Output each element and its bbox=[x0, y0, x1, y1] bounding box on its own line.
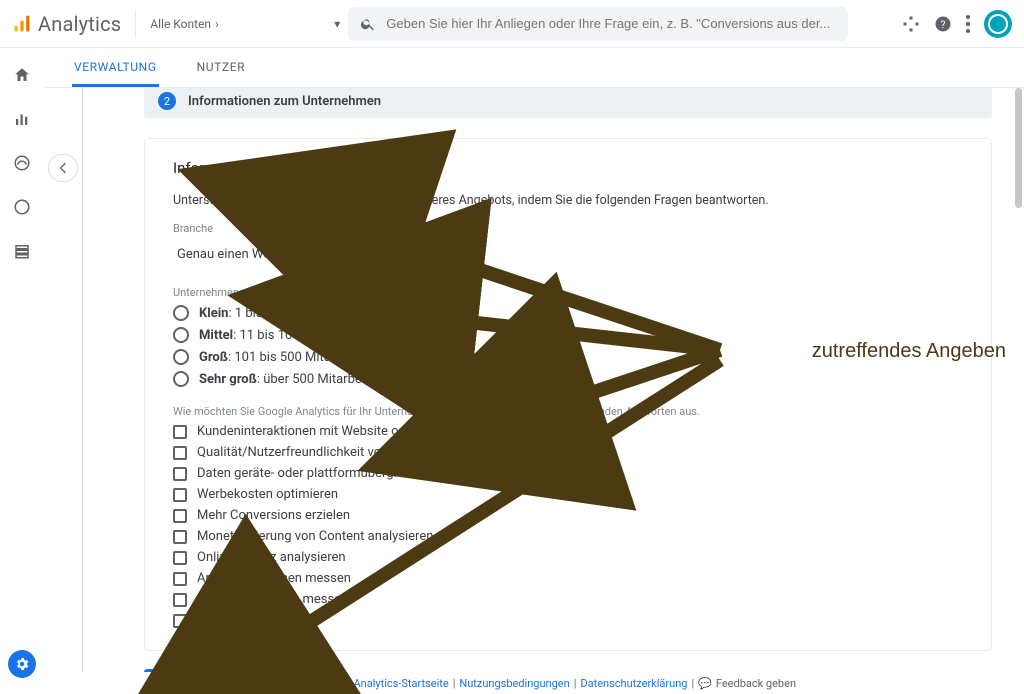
footer-feedback[interactable]: Feedback geben bbox=[716, 677, 796, 690]
usage-option-label: App-Installationen messen bbox=[197, 571, 351, 586]
account-picker[interactable]: Alle Konten › ▾ bbox=[150, 17, 340, 31]
usage-options: Kundeninteraktionen mit Website oder App… bbox=[173, 424, 963, 628]
usage-option-0[interactable]: Kundeninteraktionen mit Website oder App… bbox=[173, 424, 963, 439]
checkbox-icon bbox=[173, 530, 187, 544]
usage-option-4[interactable]: Mehr Conversions erzielen bbox=[173, 508, 963, 523]
usage-option-label: Kundeninteraktionen mit Website oder App… bbox=[197, 424, 513, 439]
size-option-3[interactable]: Sehr groß: über 500 Mitarbeiter bbox=[173, 371, 963, 387]
analytics-logo-icon bbox=[12, 14, 32, 34]
avatar[interactable] bbox=[984, 10, 1012, 38]
search-field[interactable] bbox=[348, 7, 848, 41]
content-column: 2 Informationen zum Unternehmen Informat… bbox=[44, 88, 1024, 694]
account-picker-label: Alle Konten bbox=[150, 17, 211, 31]
checkbox-icon bbox=[173, 614, 187, 628]
svg-text:?: ? bbox=[941, 17, 946, 30]
reports-icon[interactable] bbox=[13, 110, 31, 128]
usage-option-label: Qualität/Nutzerfreundlichkeit von Websit… bbox=[197, 445, 559, 460]
footer-link-terms[interactable]: Nutzungsbedingungen bbox=[459, 677, 569, 690]
checkbox-icon bbox=[173, 593, 187, 607]
usage-option-6[interactable]: Onlineumsatz analysieren bbox=[173, 550, 963, 565]
industry-dropdown-value: Genau einen Wert auswählen bbox=[177, 247, 345, 262]
home-icon[interactable] bbox=[13, 66, 31, 84]
radio-icon bbox=[173, 305, 189, 321]
admin-tabs: VERWALTUNG NUTZER bbox=[44, 48, 1024, 88]
usage-option-label: Onlineumsatz analysieren bbox=[197, 550, 346, 565]
step-timeline bbox=[82, 88, 83, 694]
size-option-0[interactable]: Klein: 1 bis 10 Mitarbeiter bbox=[173, 305, 963, 321]
industry-dropdown[interactable]: Genau einen Wert auswählen ▾ bbox=[173, 241, 361, 268]
card-lead: Unterstützen Sie uns bei der Verbesserun… bbox=[173, 193, 963, 208]
footer-copyright: ©2022 Google bbox=[272, 677, 343, 690]
divider bbox=[135, 10, 136, 38]
advertising-icon[interactable] bbox=[13, 198, 31, 216]
checkbox-icon bbox=[173, 446, 187, 460]
logo-text: Analytics bbox=[38, 12, 121, 36]
gear-icon bbox=[14, 656, 30, 672]
usage-option-9[interactable]: Sonstiges bbox=[173, 613, 963, 628]
tab-nutzer[interactable]: NUTZER bbox=[195, 48, 248, 87]
usage-option-7[interactable]: App-Installationen messen bbox=[173, 571, 963, 586]
admin-gear-button[interactable] bbox=[8, 650, 36, 678]
feedback-icon: 💬 bbox=[698, 677, 712, 690]
usage-option-label: Monetarisierung von Content analysieren bbox=[197, 529, 433, 544]
card-heading: Informationen zum Unternehmen bbox=[173, 159, 963, 177]
checkbox-icon bbox=[173, 467, 187, 481]
size-label: Unternehmensgröße bbox=[173, 286, 963, 299]
search-input[interactable] bbox=[386, 16, 836, 31]
usage-question: Wie möchten Sie Google Analytics für Ihr… bbox=[173, 405, 963, 418]
usage-option-label: Sonstiges bbox=[197, 613, 254, 628]
arrow-left-icon bbox=[55, 160, 71, 176]
usage-option-1[interactable]: Qualität/Nutzerfreundlichkeit von Websit… bbox=[173, 445, 963, 460]
left-rail bbox=[0, 48, 44, 694]
business-info-card: Informationen zum Unternehmen Unterstütz… bbox=[144, 138, 992, 651]
help-icon[interactable]: ? bbox=[934, 15, 952, 33]
chevron-right-icon: › bbox=[215, 17, 219, 31]
footer: ©2022 Google | Analytics-Startseite | Nu… bbox=[44, 672, 1024, 694]
explore-icon[interactable] bbox=[13, 154, 31, 172]
usage-option-5[interactable]: Monetarisierung von Content analysieren bbox=[173, 529, 963, 544]
caret-down-icon: ▾ bbox=[351, 247, 358, 262]
checkbox-icon bbox=[173, 425, 187, 439]
industry-label: Branche bbox=[173, 222, 963, 235]
configure-icon[interactable] bbox=[13, 242, 31, 260]
radio-icon bbox=[173, 349, 189, 365]
app-header: Analytics Alle Konten › ▾ ? bbox=[0, 0, 1024, 48]
annotation-label: zutreffendes Angeben bbox=[812, 340, 1006, 363]
step-number-badge: 2 bbox=[158, 92, 176, 110]
usage-option-label: Werbekosten optimieren bbox=[197, 487, 338, 502]
main-area: VERWALTUNG NUTZER 2 Informationen zum Un… bbox=[44, 48, 1024, 694]
step-header[interactable]: 2 Informationen zum Unternehmen bbox=[144, 88, 992, 118]
usage-option-label: Lead-Generierung messen bbox=[197, 592, 348, 607]
tab-verwaltung[interactable]: VERWALTUNG bbox=[72, 48, 159, 87]
usage-option-8[interactable]: Lead-Generierung messen bbox=[173, 592, 963, 607]
back-chip[interactable] bbox=[48, 154, 78, 182]
footer-link-privacy[interactable]: Datenschutzerklärung bbox=[580, 677, 687, 690]
usage-option-2[interactable]: Daten geräte- oder plattformübergreifend… bbox=[173, 466, 963, 481]
checkbox-icon bbox=[173, 488, 187, 502]
usage-option-label: Daten geräte- oder plattformübergreifend… bbox=[197, 466, 503, 481]
search-icon bbox=[360, 16, 376, 32]
diamond-apps-icon[interactable] bbox=[902, 15, 920, 33]
checkbox-icon bbox=[173, 551, 187, 565]
caret-down-icon: ▾ bbox=[334, 17, 340, 31]
more-vert-icon[interactable] bbox=[966, 15, 970, 33]
checkbox-icon bbox=[173, 509, 187, 523]
radio-icon bbox=[173, 371, 189, 387]
logo[interactable]: Analytics bbox=[12, 12, 121, 36]
checkbox-icon bbox=[173, 572, 187, 586]
scrollbar-thumb[interactable] bbox=[1015, 88, 1022, 208]
usage-option-label: Mehr Conversions erzielen bbox=[197, 508, 350, 523]
radio-icon bbox=[173, 327, 189, 343]
footer-link-start[interactable]: Analytics-Startseite bbox=[354, 677, 449, 690]
usage-option-3[interactable]: Werbekosten optimieren bbox=[173, 487, 963, 502]
step-title: Informationen zum Unternehmen bbox=[188, 94, 381, 109]
